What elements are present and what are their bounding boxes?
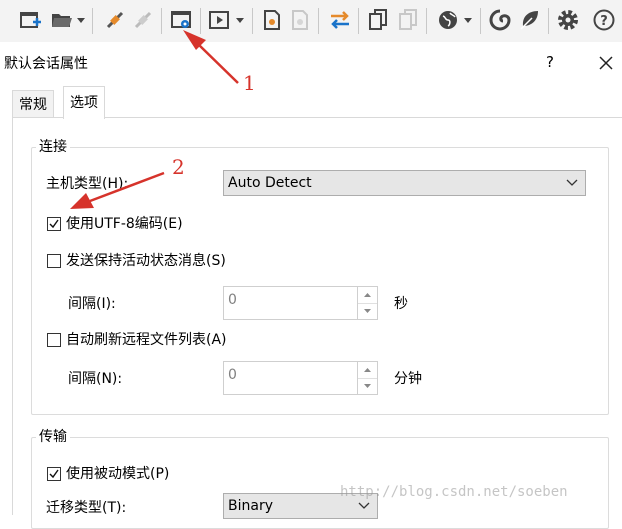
annotation-arrow-1 <box>183 30 239 84</box>
watermark: http://blog.csdn.net/soeben <box>340 484 568 500</box>
tab-options[interactable]: 选项 <box>63 86 105 119</box>
annotation-arrows <box>70 30 239 209</box>
annotation-arrow-2 <box>70 171 165 209</box>
annotation-label-2: 2 <box>172 155 185 179</box>
annotation-label-1: 1 <box>243 71 256 95</box>
